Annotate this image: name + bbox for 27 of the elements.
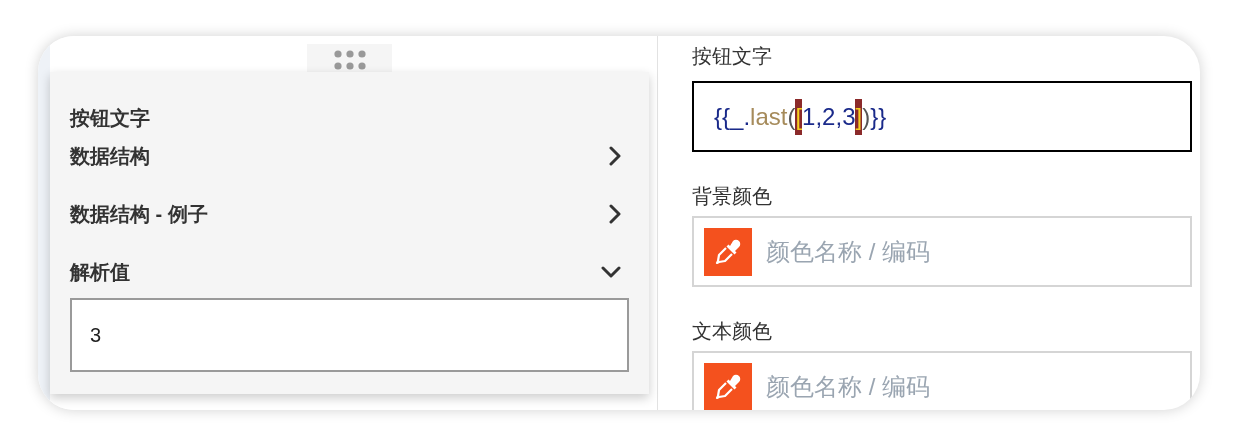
- grip-icon: [333, 50, 366, 70]
- chevron-right-icon: [609, 146, 621, 166]
- code-token: {{_: [714, 101, 744, 132]
- section-header[interactable]: 数据结构: [70, 142, 629, 170]
- section-header[interactable]: 解析值: [70, 258, 629, 286]
- eyedropper-icon[interactable]: [704, 362, 752, 410]
- field-label: 背景颜色: [692, 184, 773, 209]
- section-label: 数据结构 - 例子: [70, 202, 208, 227]
- section-label: 解析值: [70, 260, 130, 285]
- popup-title: 按钮文字: [70, 106, 151, 131]
- code-token: (: [787, 101, 796, 132]
- eyedropper-icon[interactable]: [704, 227, 752, 276]
- code-token: ): [862, 101, 871, 132]
- color-placeholder: 颜色名称 / 编码: [766, 371, 930, 402]
- field-label: 按钮文字: [692, 44, 773, 69]
- value-field[interactable]: 3: [70, 298, 629, 372]
- code-token: last: [750, 101, 788, 132]
- code-token: .: [743, 101, 751, 132]
- chevron-down-icon: [601, 266, 621, 278]
- field-label: 文本颜色: [692, 319, 773, 344]
- chevron-right-icon: [609, 204, 621, 224]
- color-placeholder: 颜色名称 / 编码: [766, 236, 930, 267]
- code-token: }}: [870, 101, 887, 132]
- section-header[interactable]: 数据结构 - 例子: [70, 200, 629, 228]
- drag-handle[interactable]: [307, 44, 392, 72]
- section-label: 数据结构: [70, 144, 150, 169]
- code-token: [: [795, 98, 803, 135]
